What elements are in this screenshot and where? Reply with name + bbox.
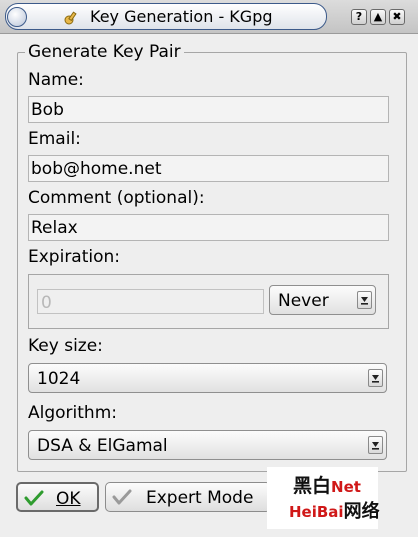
algorithm-value: DSA & ElGamal [37,436,168,456]
kgpg-key-icon [64,11,77,25]
close-icon: ✖ [392,10,402,23]
expert-mode-button[interactable]: Expert Mode [105,482,271,512]
expiration-unit-value: Never [278,291,329,311]
title-bar[interactable]: Key Generation - KGpg ? ▲ ✖ [0,0,418,34]
name-label: Name: [28,70,84,90]
checkmark-outline-icon [112,489,132,505]
email-field[interactable]: bob@home.net [28,155,389,182]
close-button[interactable]: ✖ [389,9,405,25]
help-button[interactable]: ? [351,9,367,25]
expert-mode-label: Expert Mode [146,488,254,508]
help-icon: ? [355,10,363,23]
chevron-down-icon [368,369,383,387]
ok-button[interactable]: OK [16,482,99,512]
algorithm-label: Algorithm: [28,403,117,423]
name-field[interactable]: Bob [28,96,389,123]
email-value: bob@home.net [31,159,162,179]
comment-field[interactable]: Relax [28,214,389,241]
watermark-cn-top: 黑白 [293,475,332,497]
expiration-number-value: 0 [41,293,52,313]
watermark-net: Net [331,478,361,496]
comment-label: Comment (optional): [28,188,205,208]
comment-value: Relax [31,218,78,238]
algorithm-select[interactable]: DSA & ElGamal [28,430,387,460]
expiration-number-input: 0 [37,289,264,314]
watermark-heibai: HeiBai [289,503,344,521]
chevron-down-icon [357,291,372,309]
title-pill[interactable]: Key Generation - KGpg [5,3,327,30]
minimize-icon: ▲ [373,10,383,23]
minimize-button[interactable]: ▲ [370,9,386,25]
key-size-value: 1024 [37,369,81,389]
key-size-select[interactable]: 1024 [28,363,387,393]
window-title: Key Generation - KGpg [90,7,273,26]
window-menu-button[interactable] [7,7,27,27]
expiration-unit-select[interactable]: Never [269,285,376,315]
email-label: Email: [28,129,81,149]
name-value: Bob [31,100,64,120]
watermark-cn-bottom: 网络 [343,501,380,522]
checkmark-icon [24,490,44,506]
expiration-label: Expiration: [28,247,121,267]
group-title: Generate Key Pair [25,42,184,62]
ok-label: OK [56,489,81,509]
chevron-down-icon [368,436,383,454]
key-size-label: Key size: [28,336,103,356]
watermark-logo: 黑白Net HeiBai网络 [267,467,380,529]
